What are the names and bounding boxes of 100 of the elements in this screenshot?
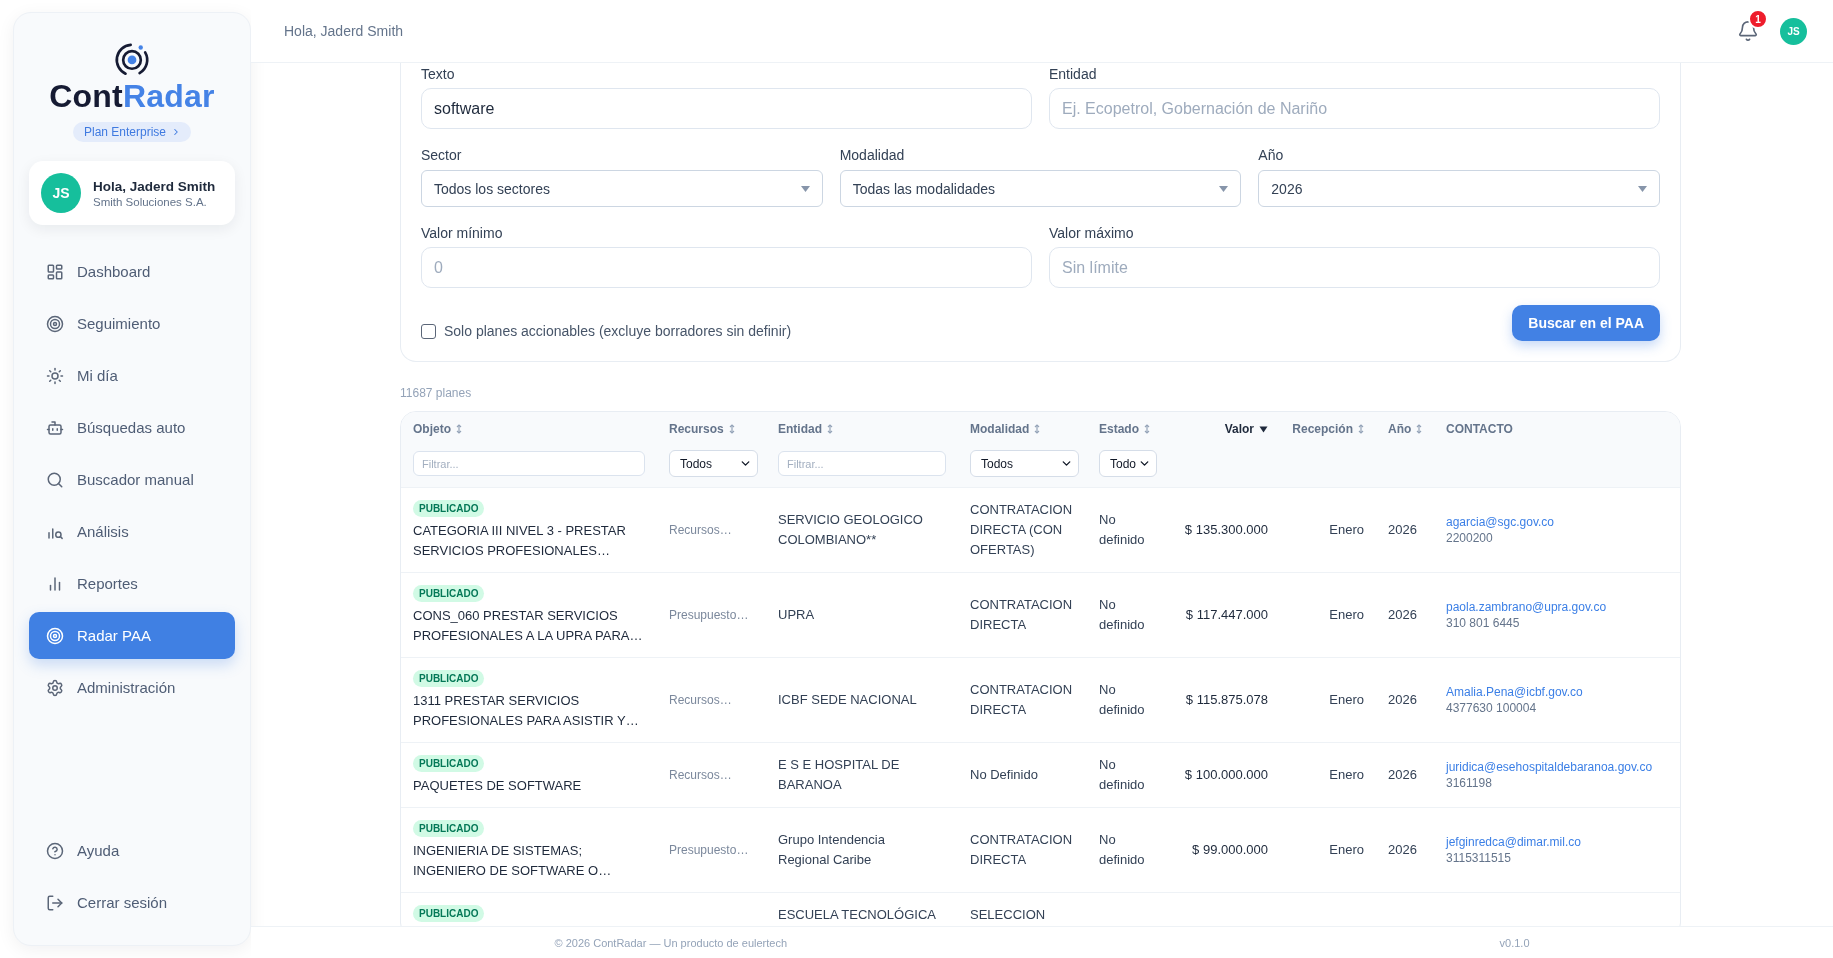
column-header[interactable]: Modalidad bbox=[970, 421, 1041, 437]
greeting-text: Hola, Jaderd Smith bbox=[284, 23, 404, 39]
nav-item[interactable]: Dashboard bbox=[29, 248, 235, 295]
amount-text: $ 115.875.078 bbox=[1185, 691, 1268, 709]
nav-item[interactable]: Ayuda bbox=[29, 827, 235, 874]
month-text: Enero bbox=[1329, 841, 1364, 859]
month-text: Enero bbox=[1329, 691, 1364, 709]
month-text: Enero bbox=[1329, 521, 1364, 539]
status-text: No definido bbox=[1099, 756, 1146, 794]
status-badge: PUBLICADO bbox=[413, 819, 485, 837]
gear-icon bbox=[46, 678, 64, 697]
nav-item[interactable]: Análisis bbox=[29, 508, 235, 555]
dropdown[interactable]: Todas las modalidades bbox=[839, 170, 1242, 207]
status-text: No definido bbox=[1099, 831, 1146, 869]
column-header[interactable]: Recepción bbox=[1292, 421, 1364, 437]
email-link[interactable]: paola.zambrano@upra.gov.co bbox=[1446, 599, 1607, 615]
field-label: Sector bbox=[421, 146, 463, 164]
target-icon bbox=[46, 626, 64, 645]
filter-input[interactable]: Filtrar... bbox=[413, 451, 645, 476]
email-link[interactable]: juridica@esehospitaldebaranoa.gov.co bbox=[1446, 759, 1653, 775]
filter-dropdown[interactable]: Todos bbox=[970, 450, 1079, 477]
checkbox-label: Solo planes accionables (excluye borradores sin definir) bbox=[444, 323, 792, 339]
column-header[interactable]: Año bbox=[1388, 421, 1423, 437]
nav-item[interactable]: Búsquedas auto bbox=[29, 404, 235, 451]
status-badge: PUBLICADO bbox=[413, 754, 485, 772]
month-text: Enero bbox=[1329, 766, 1364, 784]
field-label: Entidad bbox=[1049, 65, 1098, 83]
modality-text: CONTRATACION DIRECTA bbox=[970, 831, 1074, 869]
entity-text: E S E HOSPITAL DE BARANOA bbox=[778, 756, 901, 794]
status-badge: PUBLICADO bbox=[413, 499, 485, 517]
nav-item[interactable]: Reportes bbox=[29, 560, 235, 607]
email-link[interactable]: jefginredca@dimar.mil.co bbox=[1446, 834, 1581, 850]
resource-text: Recursos… bbox=[669, 767, 732, 784]
phone-text: 310 801 6445 bbox=[1446, 615, 1520, 631]
object-description: 1311 PRESTAR SERVICIOS PROFESIONALES PARA ASISTIR Y… bbox=[413, 691, 640, 730]
column-header[interactable]: Valor bbox=[1224, 421, 1268, 437]
dropdown[interactable]: Todos los sectores bbox=[421, 170, 823, 207]
user-name: Hola, Jaderd Smith bbox=[93, 178, 216, 194]
resource-text: Presupuesto… bbox=[669, 607, 749, 624]
email-link[interactable]: agarcia@sgc.gov.co bbox=[1446, 514, 1554, 530]
dropdown[interactable]: 2026 bbox=[1258, 170, 1660, 207]
phone-text: 2200200 bbox=[1446, 530, 1493, 546]
filter-dropdown[interactable]: Todo bbox=[1099, 450, 1157, 477]
sun-icon bbox=[46, 366, 64, 385]
year-text: 2026 bbox=[1388, 766, 1417, 784]
column-header[interactable]: Objeto bbox=[413, 421, 462, 437]
robot-icon bbox=[46, 418, 64, 437]
entity-text: UPRA bbox=[778, 606, 815, 624]
status-badge: PUBLICADO bbox=[413, 904, 485, 922]
target-icon bbox=[46, 314, 64, 333]
year-text: 2026 bbox=[1388, 606, 1417, 624]
nav-item[interactable]: Administración bbox=[29, 664, 235, 711]
field-label: Texto bbox=[421, 65, 456, 83]
email-link[interactable]: Amalia.Pena@icbf.gov.co bbox=[1446, 684, 1583, 700]
object-description: PAQUETES DE SOFTWARE bbox=[413, 776, 582, 795]
resource-text: Recursos… bbox=[669, 522, 732, 539]
text-input[interactable]: Sin límite bbox=[1049, 247, 1660, 288]
nav-item[interactable]: Radar PAA bbox=[29, 612, 235, 659]
phone-text: 3161198 bbox=[1446, 775, 1492, 791]
search-button[interactable]: Buscar en el PAA bbox=[1512, 305, 1660, 341]
brand-name: ContRadar bbox=[49, 78, 215, 114]
help-icon bbox=[46, 841, 64, 860]
nav-item[interactable]: Mi día bbox=[29, 352, 235, 399]
field-label: Valor máximo bbox=[1049, 224, 1135, 242]
entity-text: SERVICIO GEOLOGICO COLOMBIANO** bbox=[778, 511, 924, 549]
plan-link[interactable]: Plan Enterprise bbox=[72, 122, 191, 142]
dashboard-grid-icon bbox=[46, 262, 64, 281]
column-header[interactable]: Estado bbox=[1099, 421, 1150, 437]
filter-dropdown[interactable]: Todos bbox=[669, 450, 758, 477]
entity-text: ESCUELA TECNOLÓGICA bbox=[778, 906, 936, 924]
nav-item[interactable]: Buscador manual bbox=[29, 456, 235, 503]
status-text: No definido bbox=[1099, 681, 1146, 719]
column-header[interactable]: Entidad bbox=[778, 421, 833, 437]
amount-text: $ 99.000.000 bbox=[1192, 841, 1268, 859]
checkbox[interactable] bbox=[421, 323, 436, 339]
text-input[interactable]: 0 bbox=[421, 247, 1032, 288]
company-name: Smith Soluciones S.A. bbox=[93, 195, 208, 208]
status-badge: PUBLICADO bbox=[413, 669, 485, 687]
month-text: Enero bbox=[1329, 606, 1364, 624]
amount-text: $ 100.000.000 bbox=[1184, 766, 1268, 784]
text-input[interactable]: Ej. Ecopetrol, Gobernación de Nariño bbox=[1049, 88, 1660, 129]
text-input[interactable]: software bbox=[421, 88, 1032, 129]
column-header[interactable]: CONTACTO bbox=[1446, 421, 1513, 437]
column-header[interactable]: Recursos bbox=[669, 421, 735, 437]
modality-text: CONTRATACION DIRECTA bbox=[970, 681, 1074, 719]
nav-item[interactable]: Cerrar sesión bbox=[29, 879, 235, 926]
filter-input[interactable]: Filtrar... bbox=[778, 451, 946, 476]
search-icon bbox=[46, 470, 64, 489]
user-avatar: JS bbox=[41, 173, 81, 213]
year-text: 2026 bbox=[1388, 691, 1417, 709]
object-description: CONS_060 PRESTAR SERVICIOS PROFESIONALES A LA UPRA PARA… bbox=[413, 606, 644, 645]
amount-text: $ 117.447.000 bbox=[1185, 606, 1268, 624]
field-label: Año bbox=[1258, 146, 1285, 164]
entity-text: ICBF SEDE NACIONAL bbox=[778, 691, 917, 709]
modality-text: CONTRATACION DIRECTA (CON OFERTAS) bbox=[970, 501, 1074, 559]
nav-item[interactable]: Seguimiento bbox=[29, 300, 235, 347]
caret-icon bbox=[1638, 185, 1647, 192]
status-text: No definido bbox=[1099, 596, 1146, 634]
notification-badge: 1 bbox=[1748, 9, 1768, 29]
status-text: No definido bbox=[1099, 511, 1146, 549]
